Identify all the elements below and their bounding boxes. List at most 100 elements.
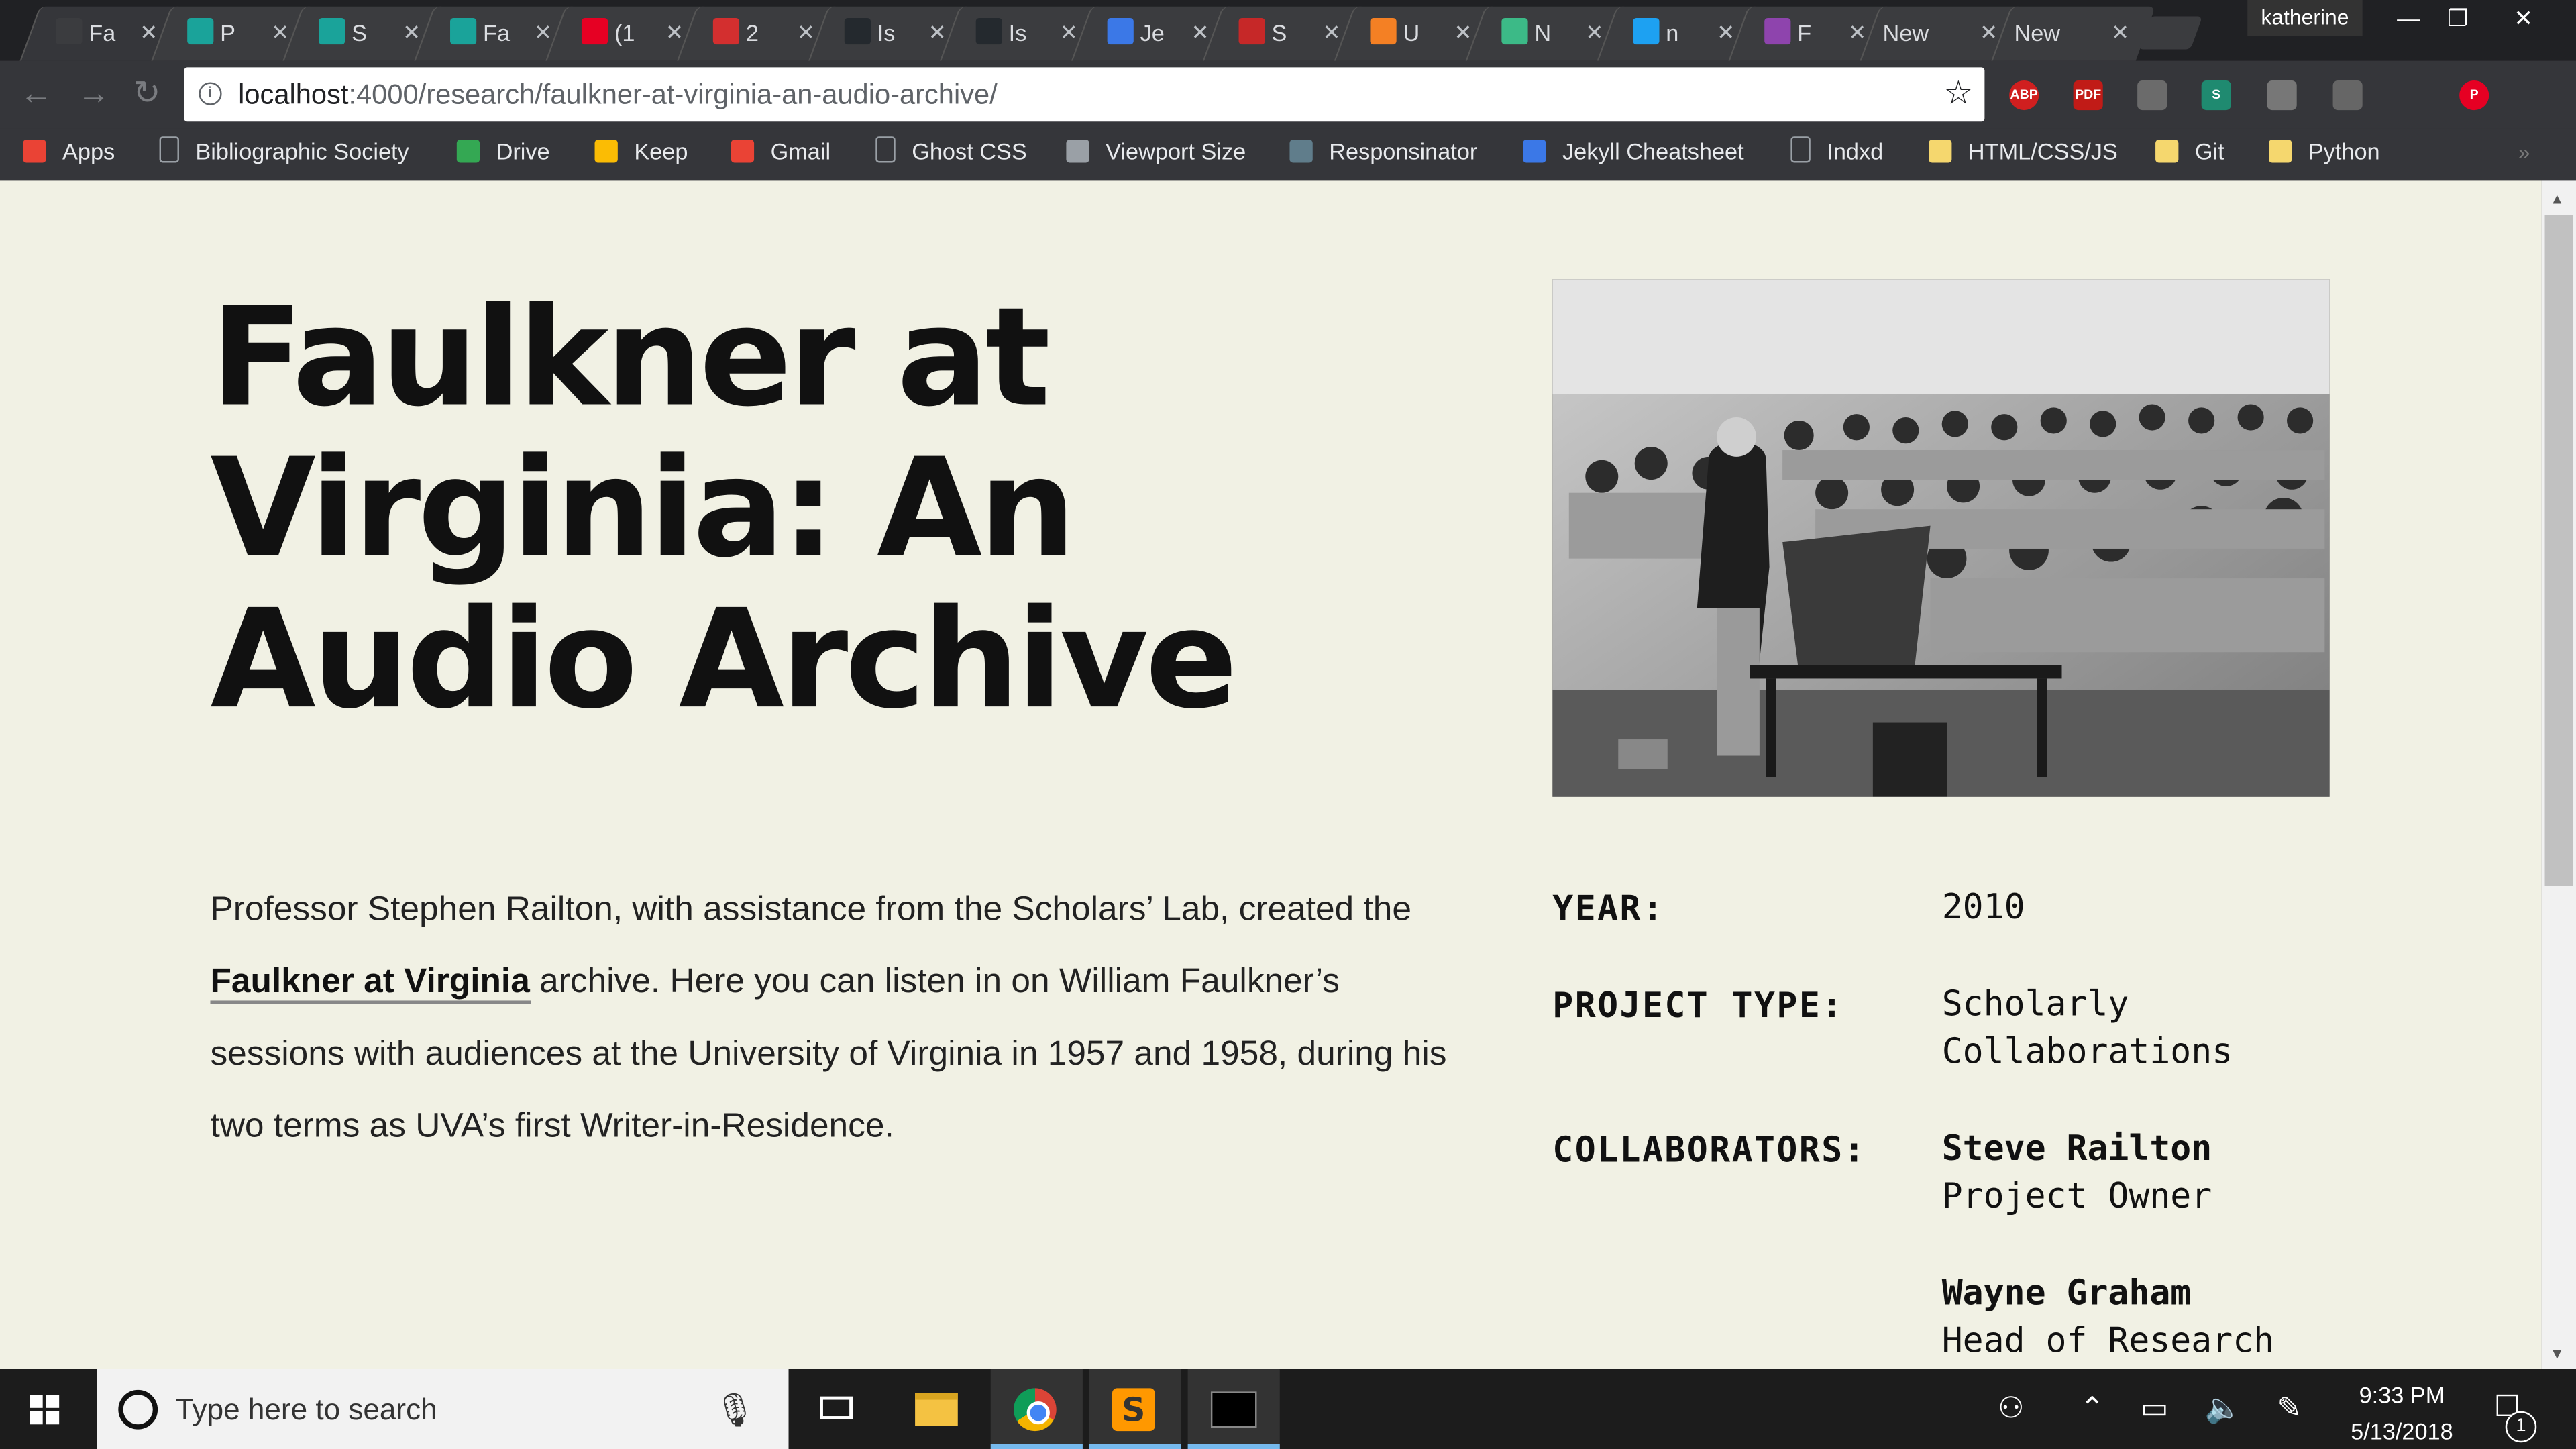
close-tab-icon[interactable]: ✕ [2111,18,2129,48]
browser-tab[interactable]: Je ✕ [1071,6,1236,61]
sublime-text-icon[interactable]: S [1089,1368,1181,1449]
project-photo [1552,279,2330,797]
dots-icon [1066,140,1089,163]
task-view-icon[interactable] [792,1368,883,1449]
stackoverflow-icon [1370,17,1397,45]
bookmark-indxd[interactable]: Indxd [1790,136,1883,166]
browser-tab[interactable]: 2 ✕ [676,6,841,61]
browser-tab[interactable]: F ✕ [1728,6,1893,61]
adblock-icon[interactable]: ABP [2009,80,2039,111]
close-tab-icon[interactable]: ✕ [1980,18,1998,48]
scroll-up-arrow-icon[interactable]: ▲ [2550,191,2565,207]
windows-start-icon[interactable] [30,1395,60,1425]
reload-icon[interactable]: ↻ [133,76,160,112]
chevron-up-icon[interactable]: ⌃ [2080,1390,2104,1426]
page-content: Faulkner at Virginia: An Audio Archive P… [0,180,2542,1369]
minimize-button[interactable]: — [2383,0,2432,36]
bookmark-label: Git [2194,138,2224,164]
browser-tab[interactable]: New ✕ [1860,6,2025,61]
scrollbar-thumb[interactable] [2544,215,2573,886]
scrivener-icon[interactable]: S [2201,80,2231,111]
bookmark-ghost-css[interactable]: Ghost CSS [875,136,1027,166]
browser-tab[interactable]: Is ✕ [808,6,973,61]
bookmark-jekyll-cheatsheet[interactable]: Jekyll Cheatsheet [1523,136,1744,166]
apps-grid-icon [23,140,46,163]
browser-tab[interactable]: Is ✕ [939,6,1104,61]
close-window-button[interactable]: ✕ [2499,0,2548,36]
close-tab-icon[interactable]: ✕ [1586,18,1604,48]
browser-tab[interactable]: New ✕ [1991,6,2156,61]
browser-tab[interactable]: S ✕ [282,6,447,61]
close-tab-icon[interactable]: ✕ [271,18,289,48]
restore-button[interactable]: ❐ [2433,0,2482,36]
pinterest-icon [581,17,608,45]
browser-tab[interactable]: U ✕ [1334,6,1499,61]
browser-tab[interactable]: S ✕ [1202,6,1367,61]
bookmark-python[interactable]: Python [2269,136,2380,166]
scroll-down-arrow-icon[interactable]: ▼ [2550,1346,2565,1362]
battery-icon[interactable]: ▭ [2141,1390,2169,1426]
close-tab-icon[interactable]: ✕ [1848,18,1866,48]
close-tab-icon[interactable]: ✕ [402,18,421,48]
taskbar-search-box[interactable]: Type here to search 🎙 [97,1368,789,1449]
bookmark-keep[interactable]: Keep [594,136,688,166]
bookmark-responsinator[interactable]: Responsinator [1289,136,1477,166]
close-tab-icon[interactable]: ✕ [140,18,158,48]
browser-tab[interactable]: (1 ✕ [545,6,710,61]
close-tab-icon[interactable]: ✕ [1191,18,1210,48]
close-tab-icon[interactable]: ✕ [797,18,815,48]
people-icon[interactable]: ⚇ [1998,1390,2025,1426]
info-icon[interactable]: i [199,82,222,105]
page-scrollbar[interactable]: ▲ ▼ [2541,180,2576,1369]
close-tab-icon[interactable]: ✕ [928,18,947,48]
bookmark-drive[interactable]: Drive [456,136,550,166]
browser-tab[interactable]: P ✕ [151,6,316,61]
browser-tab[interactable]: Fa ✕ [19,6,184,61]
tab-title: S [1271,19,1287,46]
close-tab-icon[interactable]: ✕ [1323,18,1341,48]
close-tab-icon[interactable]: ✕ [1060,18,1078,48]
taskbar-search-placeholder[interactable]: Type here to search [176,1391,437,1428]
chrome-taskbar-icon[interactable] [990,1368,1083,1449]
pdf-icon[interactable]: PDF [2073,80,2103,111]
address-bar[interactable]: i localhost:4000/research/faulkner-at-vi… [184,67,1985,122]
gmail-icon [731,140,755,163]
cortana-icon[interactable] [118,1389,158,1430]
volume-icon[interactable]: 🔈 [2205,1390,2242,1426]
bookmark-html-css-js[interactable]: HTML/CSS/JS [1929,136,2118,166]
bookmark-star-icon[interactable]: ☆ [1943,76,1973,112]
project-type-value-line2: Collaborations [1941,1031,2233,1071]
bookmark-gmail[interactable]: Gmail [731,136,830,166]
bookmark-label: Viewport Size [1106,138,1246,164]
browser-tab[interactable]: Fa ✕ [414,6,579,61]
bookmark-bibliographic-society[interactable]: Bibliographic Society [159,136,409,166]
bookmark-viewport-size[interactable]: Viewport Size [1066,136,1246,166]
bookmark-git[interactable]: Git [2155,136,2224,166]
magnifier-icon[interactable] [2137,80,2167,111]
microphone-icon[interactable]: 🎙 [714,1390,755,1431]
browser-tab[interactable]: n ✕ [1597,6,1762,61]
forward-icon[interactable]: → [77,76,110,112]
close-tab-icon[interactable]: ✕ [1717,18,1735,48]
pen-icon[interactable]: ✎ [2277,1390,2302,1426]
back-icon[interactable]: ← [19,76,52,112]
browser-tab[interactable]: N ✕ [1465,6,1630,61]
file-explorer-icon[interactable] [892,1368,984,1449]
terminal-icon[interactable] [1187,1368,1280,1449]
tab-title: U [1403,19,1420,46]
chevron-more-icon[interactable]: » [2518,140,2530,164]
bulb-icon[interactable] [2267,80,2297,111]
bookmark-apps[interactable]: Apps [23,136,115,166]
system-clock[interactable]: 9:33 PM 5/13/2018 [2320,1377,2484,1449]
profile-button[interactable]: katherine [2247,0,2363,36]
tab-title: (1 [614,19,635,46]
faulkner-at-virginia-link[interactable]: Faulkner at Virginia [210,963,530,1004]
close-tab-icon[interactable]: ✕ [1454,18,1472,48]
pinterest-icon[interactable]: P [2459,80,2489,111]
new-tab-button[interactable] [2138,16,2203,50]
url-text[interactable]: localhost:4000/research/faulkner-at-virg… [238,79,998,112]
bookmark-label: Responsinator [1329,138,1478,164]
close-tab-icon[interactable]: ✕ [665,18,684,48]
square-icon[interactable] [2332,80,2363,111]
close-tab-icon[interactable]: ✕ [534,18,552,48]
